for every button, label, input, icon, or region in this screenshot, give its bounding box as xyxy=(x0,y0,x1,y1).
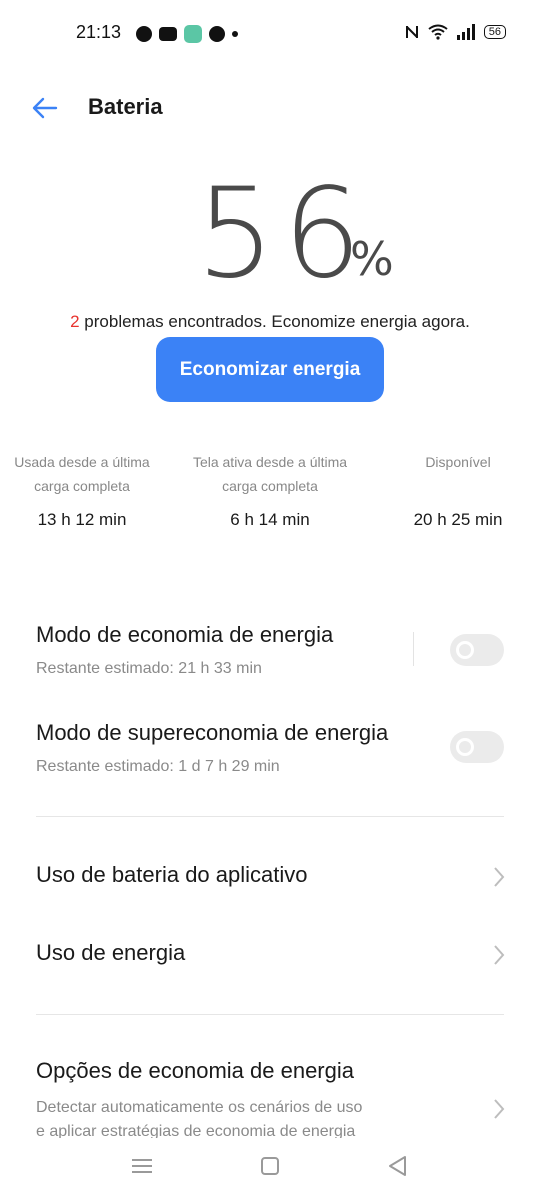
square-home-icon[interactable] xyxy=(256,1152,284,1180)
stat-screen-since-charge: Tela ativa desde a última carga completa… xyxy=(176,450,364,530)
energy-saving-options-title: Opções de economia de energia xyxy=(36,1058,354,1083)
problems-text: problemas encontrados. Economize energia… xyxy=(79,312,470,331)
stat-label: Disponível xyxy=(425,454,491,470)
chat-app-icon xyxy=(184,25,202,43)
stat-label: carga completa xyxy=(222,478,318,494)
power-saving-mode-subtitle: Restante estimado: 21 h 33 min xyxy=(36,660,262,677)
super-power-saving-mode-subtitle: Restante estimado: 1 d 7 h 29 min xyxy=(36,758,280,775)
chevron-right-icon xyxy=(494,945,505,965)
system-status-icons: 56 xyxy=(404,24,506,40)
battery-level-badge: 56 xyxy=(483,25,506,39)
power-saving-mode-row[interactable]: Modo de economia de energia Restante est… xyxy=(36,622,406,678)
facebook-icon xyxy=(136,26,152,42)
battery-percent-value: 56 xyxy=(196,162,370,306)
triangle-back-icon[interactable] xyxy=(384,1152,412,1180)
chevron-right-icon xyxy=(494,1099,505,1119)
power-saving-mode-title: Modo de economia de energia xyxy=(36,622,334,647)
chevron-right-icon xyxy=(494,867,505,887)
divider xyxy=(413,632,414,666)
menu-app-battery-usage[interactable]: Uso de bateria do aplicativo xyxy=(36,862,506,894)
app-notification-icon xyxy=(159,27,177,41)
energy-saving-options-row[interactable]: Opções de economia de energia Detectar a… xyxy=(36,1058,506,1138)
stat-label xyxy=(396,474,520,498)
arrow-left-icon xyxy=(32,97,58,119)
signal-icon xyxy=(456,24,475,40)
section-divider xyxy=(36,1014,504,1015)
toggle-knob xyxy=(456,641,474,659)
problems-message: 2 problemas encontrados. Economize energ… xyxy=(0,312,540,332)
section-divider xyxy=(36,816,504,817)
page-title: Bateria xyxy=(88,94,163,119)
power-saving-mode-toggle[interactable] xyxy=(450,634,504,666)
super-power-saving-mode-title: Modo de supereconomia de energia xyxy=(36,720,389,745)
stat-label: Tela ativa desde a última xyxy=(192,454,348,470)
toggle-knob xyxy=(456,738,474,756)
status-time: 21:13 xyxy=(76,22,122,42)
stat-value: 6 h 14 min xyxy=(230,510,310,529)
more-notifications-dot-icon xyxy=(232,31,238,37)
menu-item-label: Uso de bateria do aplicativo xyxy=(36,862,308,887)
stat-label: carga completa xyxy=(34,478,130,494)
stat-value: 13 h 12 min xyxy=(37,510,127,529)
menu-icon[interactable] xyxy=(128,1152,156,1180)
notification-icons xyxy=(136,24,238,44)
save-energy-button[interactable]: Economizar energia xyxy=(156,337,384,402)
energy-saving-options-desc: Detectar automaticamente os cenários de … xyxy=(36,1099,363,1116)
super-power-saving-mode-toggle[interactable] xyxy=(450,731,504,763)
wifi-icon xyxy=(428,24,448,40)
energy-saving-options-desc: e aplicar estratégias de economia de ene… xyxy=(36,1123,356,1138)
nfc-icon xyxy=(405,26,418,38)
problems-count: 2 xyxy=(70,312,80,331)
menu-item-label: Uso de energia xyxy=(36,940,186,965)
battery-percent-sign: % xyxy=(350,232,394,286)
chrome-icon xyxy=(209,26,225,42)
stat-value: 20 h 25 min xyxy=(413,510,503,529)
stat-used-since-charge: Usada desde a última carga completa 13 h… xyxy=(0,450,164,530)
back-button[interactable] xyxy=(30,94,62,122)
stat-available: Disponível 20 h 25 min xyxy=(396,450,520,530)
super-power-saving-mode-row[interactable]: Modo de supereconomia de energia Restant… xyxy=(36,720,436,776)
stat-label: Usada desde a última xyxy=(14,454,150,470)
menu-energy-usage[interactable]: Uso de energia xyxy=(36,940,506,972)
